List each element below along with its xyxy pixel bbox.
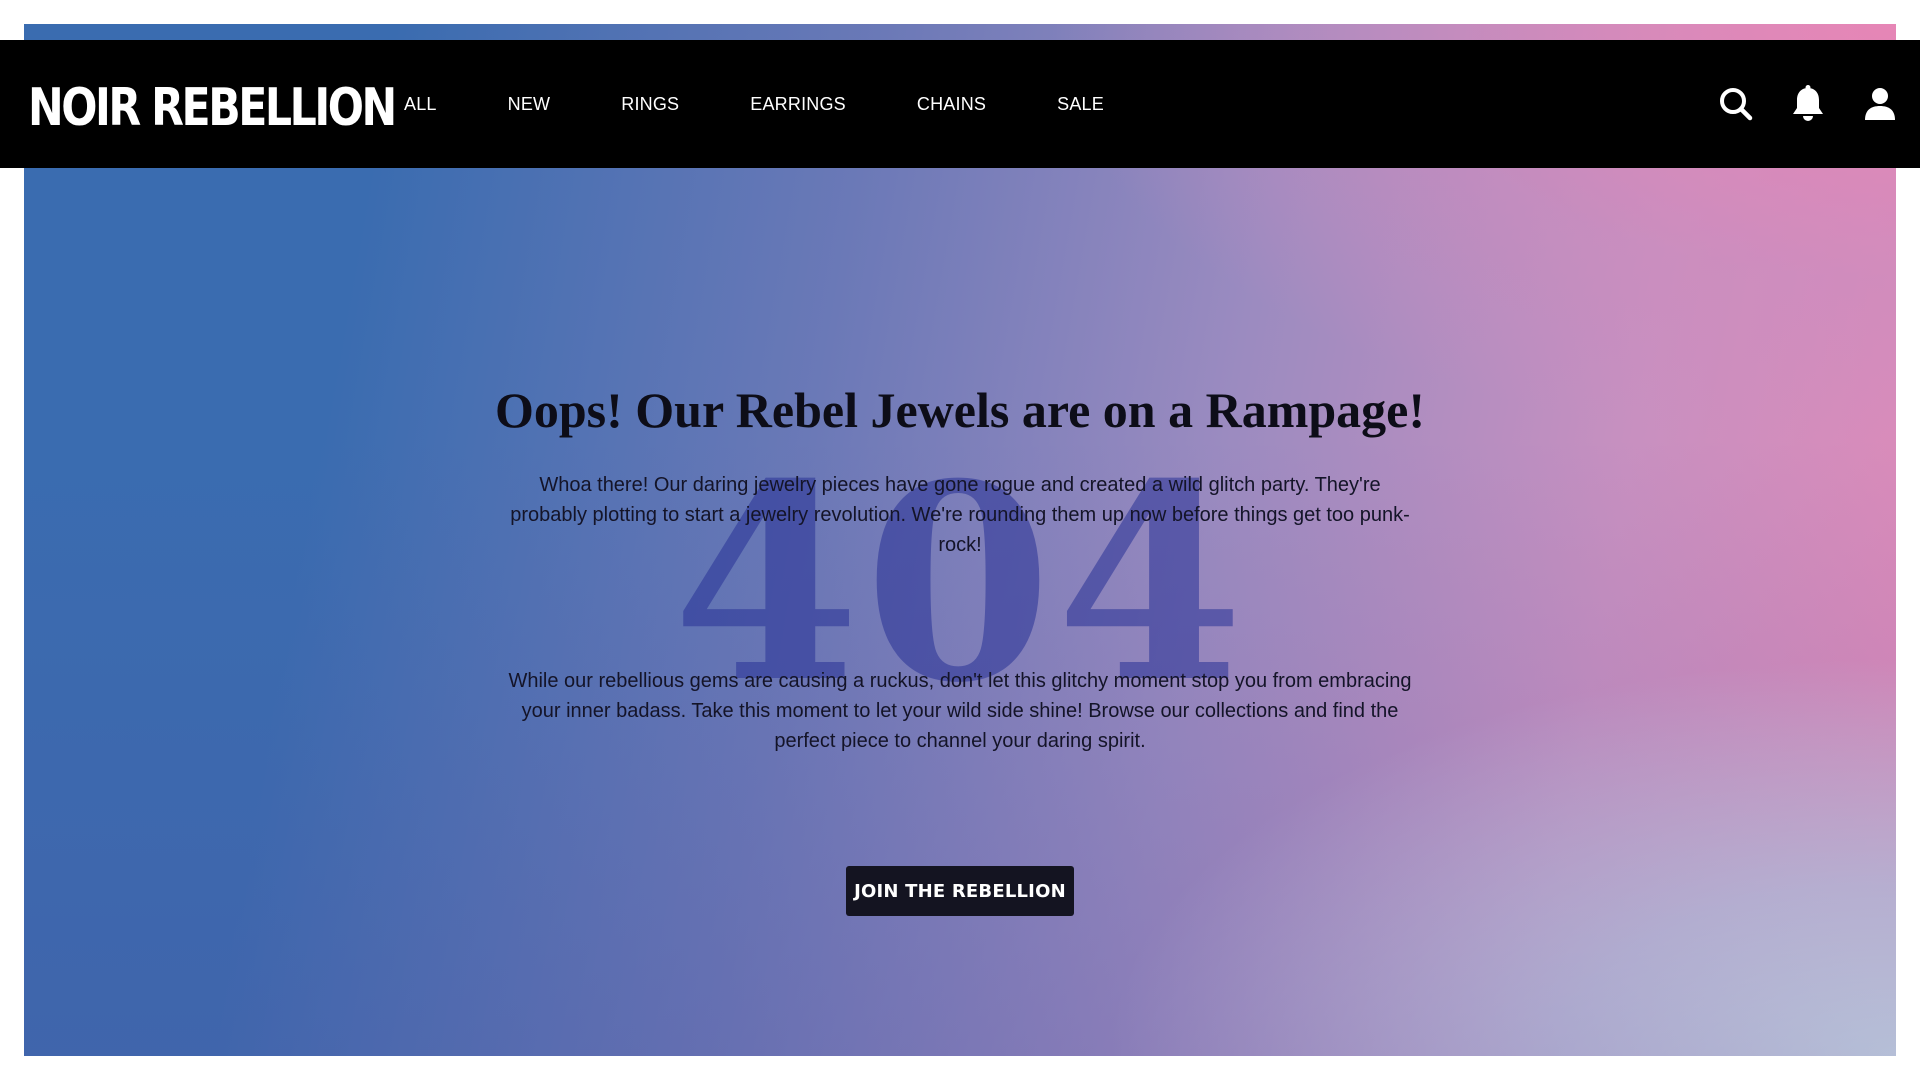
search-icon xyxy=(1720,88,1753,121)
nav-item-sale[interactable]: SALE xyxy=(1057,94,1104,115)
main-nav: ALL NEW RINGS EARRINGS CHAINS SALE xyxy=(404,40,1104,168)
brand-logo[interactable]: NOIR REBELLION xyxy=(28,80,397,136)
nav-item-chains[interactable]: CHAINS xyxy=(917,94,986,115)
bell-icon xyxy=(1793,85,1823,121)
account-button[interactable] xyxy=(1860,84,1900,124)
page-title: Oops! Our Rebel Jewels are on a Rampage! xyxy=(494,382,1426,438)
user-icon xyxy=(1865,88,1895,120)
nav-item-all[interactable]: ALL xyxy=(404,94,437,115)
header-icons xyxy=(1684,40,1900,168)
notifications-button[interactable] xyxy=(1788,84,1828,124)
join-rebellion-button[interactable]: JOIN THE REBELLION xyxy=(846,866,1074,916)
nav-item-new[interactable]: NEW xyxy=(508,94,551,115)
site-header: NOIR REBELLION ALL NEW RINGS EARRINGS CH… xyxy=(0,40,1920,168)
nav-item-earrings[interactable]: EARRINGS xyxy=(750,94,846,115)
page: NOIR REBELLION ALL NEW RINGS EARRINGS CH… xyxy=(0,0,1920,1080)
nav-item-rings[interactable]: RINGS xyxy=(621,94,679,115)
search-button[interactable] xyxy=(1716,84,1756,124)
encouragement-message: While our rebellious gems are causing a … xyxy=(508,670,1412,752)
error-message: Whoa there! Our daring jewelry pieces ha… xyxy=(510,474,1410,556)
